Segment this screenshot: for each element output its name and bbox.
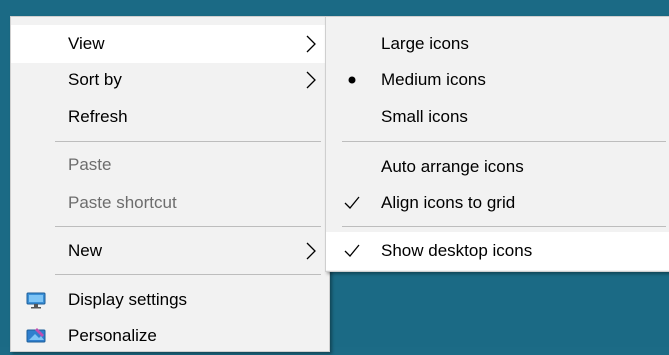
menu-item-label: New	[68, 241, 103, 260]
menu-item-label: Medium icons	[381, 70, 486, 89]
chevron-right-icon	[306, 35, 316, 53]
menu-item-label: Paste shortcut	[68, 193, 177, 212]
menu-item-label: Refresh	[68, 107, 128, 126]
submenu-item-small-icons[interactable]: Small icons	[326, 98, 669, 136]
menu-item-label: Auto arrange icons	[381, 157, 524, 176]
menu-item-label: Personalize	[68, 326, 157, 345]
menu-item-refresh[interactable]: Refresh	[11, 98, 329, 136]
submenu-item-auto-arrange[interactable]: Auto arrange icons	[326, 148, 669, 186]
menu-separator	[342, 226, 666, 227]
menu-item-label: Show desktop icons	[381, 241, 533, 260]
menu-item-paste: Paste	[11, 146, 329, 184]
menu-item-label: View	[68, 34, 105, 53]
submenu-item-large-icons[interactable]: Large icons	[326, 25, 669, 63]
menu-item-paste-shortcut: Paste shortcut	[11, 184, 329, 222]
menu-item-display-settings[interactable]: Display settings	[11, 281, 329, 319]
submenu-item-align-to-grid[interactable]: Align icons to grid	[326, 184, 669, 222]
chevron-right-icon	[306, 242, 316, 260]
menu-item-label: Sort by	[68, 70, 122, 89]
display-settings-icon	[26, 292, 46, 309]
menu-separator	[342, 141, 666, 142]
checkmark-icon	[344, 196, 360, 209]
selected-bullet-icon	[348, 76, 356, 84]
menu-item-personalize[interactable]: Personalize	[11, 317, 329, 355]
chevron-right-icon	[306, 71, 316, 89]
submenu-item-show-desktop-icons[interactable]: Show desktop icons	[326, 232, 669, 270]
personalize-icon	[26, 328, 46, 343]
desktop-context-menu: View Sort by Refresh Paste Paste shortcu…	[10, 16, 330, 352]
menu-item-new[interactable]: New	[11, 232, 329, 270]
checkmark-icon	[344, 244, 360, 257]
menu-separator	[55, 141, 321, 142]
menu-item-label: Paste	[68, 155, 112, 174]
submenu-item-medium-icons[interactable]: Medium icons	[326, 61, 669, 99]
menu-item-view[interactable]: View	[11, 25, 329, 63]
menu-separator	[55, 274, 321, 275]
menu-item-label: Large icons	[381, 34, 469, 53]
menu-separator	[55, 226, 321, 227]
menu-item-label: Display settings	[68, 290, 188, 309]
menu-item-label: Small icons	[381, 107, 468, 126]
menu-item-label: Align icons to grid	[381, 193, 516, 212]
view-submenu: Large icons Medium icons Small icons Aut…	[325, 16, 669, 272]
menu-item-sort-by[interactable]: Sort by	[11, 61, 329, 99]
